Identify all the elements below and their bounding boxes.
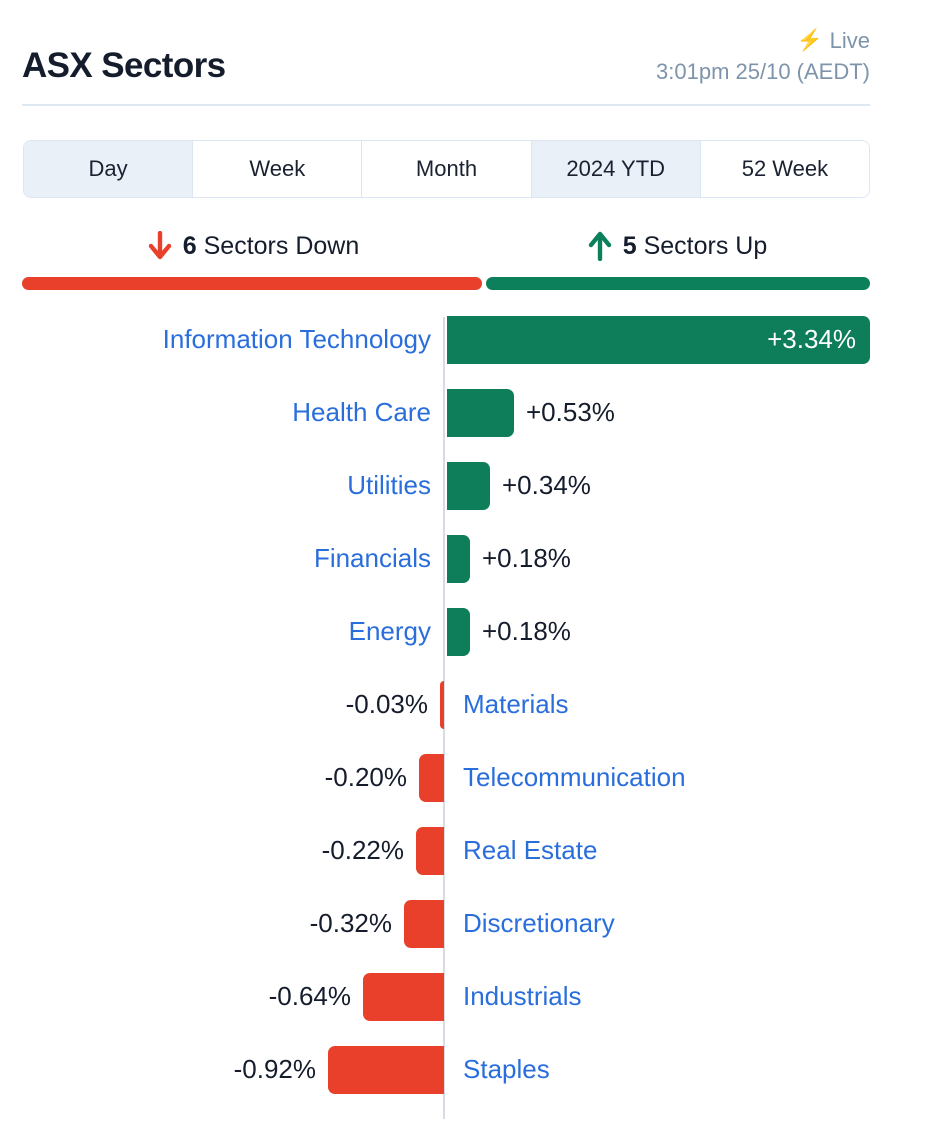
bar-value-industrials: -0.64% [268, 981, 351, 1011]
bar-row: Materials -0.03% [0, 676, 946, 733]
arrow-down-icon [148, 231, 171, 260]
live-status: ⚡ Live 3:01pm 25/10 (AEDT) [656, 30, 870, 83]
sectors-down-text: 6 Sectors Down [182, 231, 360, 260]
bar-row: Energy +0.18% [0, 603, 946, 660]
bar-row: Information Technology +3.34% [0, 311, 946, 368]
sector-label-information-technology[interactable]: Information Technology [163, 311, 431, 368]
asx-sectors-widget: ASX Sectors ⚡ Live 3:01pm 25/10 (AEDT) D… [0, 0, 946, 1126]
bar-real-estate[interactable] [416, 827, 444, 875]
tab-day[interactable]: Day [24, 141, 194, 197]
tab-label: 2024 YTD [566, 156, 666, 181]
sector-label-financials[interactable]: Financials [314, 530, 431, 587]
bar-value-telecommunication: -0.20% [324, 762, 407, 792]
bar-row: Health Care +0.53% [0, 384, 946, 441]
bar-value-materials: -0.03% [345, 689, 428, 719]
bar-value-information-technology: +3.34% [767, 324, 856, 354]
bar-financials[interactable] [447, 535, 470, 583]
bar-row: Utilities +0.34% [0, 457, 946, 514]
sector-label-industrials[interactable]: Industrials [463, 968, 582, 1025]
sector-label-health-care[interactable]: Health Care [292, 384, 431, 441]
sectors-up-count: 5 [622, 231, 637, 260]
bar-row: Industrials -0.64% [0, 968, 946, 1025]
bar-utilities[interactable] [447, 462, 490, 510]
bar-value-utilities: +0.34% [502, 470, 591, 500]
bar-value-discretionary: -0.32% [309, 908, 392, 938]
tab-week[interactable]: Week [193, 141, 363, 197]
sector-label-energy[interactable]: Energy [349, 603, 431, 660]
bar-value-staples: -0.92% [233, 1054, 316, 1084]
sectors-down-label: Sectors Down [196, 231, 360, 260]
split-bar-up-segment [486, 277, 870, 290]
split-bar-down-segment [22, 277, 482, 290]
bar-row: Telecommunication -0.20% [0, 749, 946, 806]
tab-label: Day [88, 156, 128, 181]
sector-bar-chart: Information Technology +3.34% Health Care +… [0, 311, 946, 1126]
timestamp: 3:01pm 25/10 (AEDT) [656, 59, 870, 84]
bar-row: Real Estate -0.22% [0, 822, 946, 879]
bar-health-care[interactable] [447, 389, 514, 437]
tab-label: 52 Week [741, 156, 829, 181]
sector-label-staples[interactable]: Staples [463, 1041, 550, 1098]
sector-label-discretionary[interactable]: Discretionary [463, 895, 615, 952]
header-divider [22, 104, 870, 106]
bar-value-real-estate: -0.22% [321, 835, 404, 865]
sector-label-utilities[interactable]: Utilities [347, 457, 431, 514]
tab-label: Month [415, 156, 478, 181]
tab-52-week[interactable]: 52 Week [700, 141, 869, 197]
sector-label-real-estate[interactable]: Real Estate [463, 822, 597, 879]
bar-row: Financials +0.18% [0, 530, 946, 587]
sector-summary: 6 Sectors Down 5 Sectors Up [22, 224, 870, 268]
bar-value-energy: +0.18% [482, 616, 571, 646]
sectors-down-summary: 6 Sectors Down [22, 224, 484, 268]
page-title: ASX Sectors [22, 46, 226, 85]
tab-label: Week [249, 156, 306, 181]
sectors-down-count: 6 [182, 231, 197, 260]
tab-month[interactable]: Month [362, 141, 532, 197]
bar-value-financials: +0.18% [482, 543, 571, 573]
sectors-up-summary: 5 Sectors Up [484, 224, 870, 268]
bar-value-health-care: +0.53% [526, 397, 615, 427]
bar-row: Discretionary -0.32% [0, 895, 946, 952]
widget-header: ASX Sectors ⚡ Live 3:01pm 25/10 (AEDT) [22, 18, 870, 98]
bar-row: Staples -0.92% [0, 1041, 946, 1098]
sector-label-telecommunication[interactable]: Telecommunication [463, 749, 686, 806]
tab-2024-ytd[interactable]: 2024 YTD [531, 141, 701, 197]
arrow-up-icon [588, 231, 611, 261]
bar-industrials[interactable] [363, 973, 444, 1021]
period-tabs: Day Week Month 2024 YTD 52 Week [23, 140, 870, 198]
bolt-icon: ⚡ [796, 28, 823, 52]
bar-discretionary[interactable] [404, 900, 444, 948]
bar-telecommunication[interactable] [419, 754, 444, 802]
bar-materials[interactable] [440, 681, 444, 729]
bar-staples[interactable] [328, 1046, 444, 1094]
live-label: Live [829, 28, 870, 53]
sectors-up-label: Sectors Up [636, 231, 768, 260]
sector-label-materials[interactable]: Materials [463, 676, 568, 733]
sector-split-bar [22, 277, 870, 290]
bar-energy[interactable] [447, 608, 470, 656]
sectors-up-text: 5 Sectors Up [622, 231, 768, 260]
